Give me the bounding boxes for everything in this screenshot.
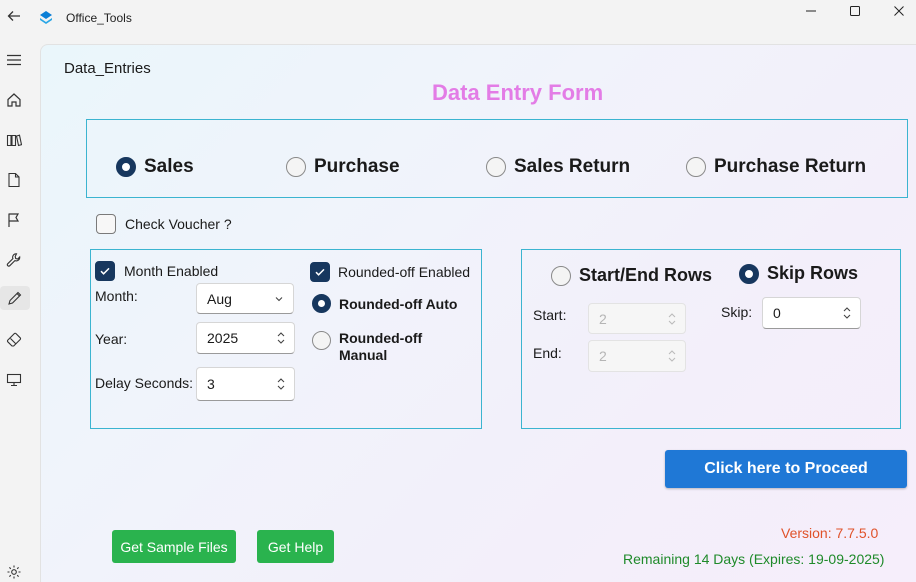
monitor-icon[interactable] xyxy=(2,368,26,392)
get-help-button[interactable]: Get Help xyxy=(257,530,334,563)
radio-label-sales-return: Sales Return xyxy=(514,156,631,177)
radio-indicator[interactable] xyxy=(686,157,706,177)
updown-icon[interactable] xyxy=(667,304,677,333)
minimize-icon[interactable] xyxy=(788,2,834,20)
end-stepper[interactable]: 2 xyxy=(588,340,686,372)
rounded-manual-label: Rounded-off Manual xyxy=(339,330,423,363)
month-settings-panel: Month Enabled Month: Aug Year: 2025 Dela… xyxy=(90,249,482,429)
maximize-icon[interactable] xyxy=(832,2,878,20)
checkbox-box[interactable] xyxy=(96,214,116,234)
updown-icon[interactable] xyxy=(842,298,852,328)
radio-indicator[interactable] xyxy=(312,331,331,350)
proceed-button[interactable]: Click here to Proceed xyxy=(665,450,907,488)
month-enabled-label: Month Enabled xyxy=(124,263,219,279)
gear-icon[interactable] xyxy=(2,560,26,582)
radio-indicator[interactable] xyxy=(739,263,759,284)
book-icon[interactable] xyxy=(2,128,26,152)
get-sample-files-button[interactable]: Get Sample Files xyxy=(112,530,236,563)
radio-indicator[interactable] xyxy=(551,265,571,286)
radio-indicator[interactable] xyxy=(286,157,306,177)
checkmark-icon[interactable] xyxy=(95,261,115,281)
check-voucher-label: Check Voucher ? xyxy=(125,216,232,232)
start-label: Start: xyxy=(533,307,567,323)
start-value: 2 xyxy=(599,310,607,327)
end-label: End: xyxy=(533,345,562,361)
updown-icon[interactable] xyxy=(276,368,286,400)
page-title: Data_Entries xyxy=(64,60,151,77)
radio-indicator[interactable] xyxy=(116,157,136,177)
updown-icon[interactable] xyxy=(667,341,677,371)
document-icon[interactable] xyxy=(2,168,26,192)
radio-label-sales: Sales xyxy=(144,156,194,177)
rounded-auto-label: Rounded-off Auto xyxy=(339,295,458,312)
radio-label-purchase-return: Purchase Return xyxy=(714,156,867,177)
title-bar: Office_Tools xyxy=(0,0,916,38)
check-voucher-checkbox[interactable]: Check Voucher ? xyxy=(96,214,232,234)
radio-start-end-rows[interactable]: Start/End Rows xyxy=(551,265,712,286)
eraser-icon[interactable] xyxy=(2,328,26,352)
version-text: Version: 7.7.5.0 xyxy=(781,525,879,541)
month-enabled-checkbox[interactable]: Month Enabled xyxy=(95,261,218,281)
rounded-enabled-label: Rounded-off Enabled xyxy=(338,264,471,280)
month-label: Month: xyxy=(95,288,138,304)
radio-label-purchase: Purchase xyxy=(314,156,400,177)
month-select[interactable]: Aug xyxy=(196,283,294,314)
radio-indicator[interactable] xyxy=(486,157,506,177)
main-content: Data_Entries Data Entry Form Sales Purch… xyxy=(40,44,916,582)
updown-icon[interactable] xyxy=(276,323,286,353)
voucher-type-group: Sales Purchase Sales Return Purchase Ret… xyxy=(86,119,908,198)
start-end-rows-label: Start/End Rows xyxy=(579,265,713,285)
close-icon[interactable] xyxy=(876,2,916,20)
radio-rounded-manual[interactable]: Rounded-off Manual xyxy=(312,330,429,364)
year-value: 2025 xyxy=(207,330,239,346)
app-logo-icon xyxy=(38,10,54,26)
radio-indicator[interactable] xyxy=(312,294,331,313)
delay-seconds-value: 3 xyxy=(207,376,215,392)
form-heading: Data Entry Form xyxy=(432,80,604,105)
window-title: Office_Tools xyxy=(66,11,132,25)
delay-seconds-stepper[interactable]: 3 xyxy=(196,367,295,401)
flag-icon[interactable] xyxy=(2,208,26,232)
skip-rows-label: Skip Rows xyxy=(767,263,859,283)
pen-icon[interactable] xyxy=(0,286,30,310)
radio-skip-rows[interactable]: Skip Rows xyxy=(739,263,858,284)
skip-label: Skip: xyxy=(721,304,753,320)
radio-purchase[interactable]: Purchase xyxy=(286,156,400,178)
checkmark-icon[interactable] xyxy=(310,262,330,282)
year-label: Year: xyxy=(95,331,128,347)
back-arrow-icon[interactable] xyxy=(4,8,24,28)
month-value: Aug xyxy=(207,290,232,307)
row-settings-panel: Start/End Rows Skip Rows Start: 2 End: 2… xyxy=(521,249,901,429)
skip-value: 0 xyxy=(773,305,781,321)
wrench-icon[interactable] xyxy=(2,248,26,272)
radio-sales[interactable]: Sales xyxy=(116,156,194,178)
delay-seconds-label: Delay Seconds: xyxy=(95,375,194,391)
start-stepper[interactable]: 2 xyxy=(588,303,686,334)
skip-stepper[interactable]: 0 xyxy=(762,297,861,329)
home-icon[interactable] xyxy=(2,88,26,112)
license-remaining-text: Remaining 14 Days (Expires: 19-09-2025) xyxy=(623,551,885,567)
rounded-enabled-checkbox[interactable]: Rounded-off Enabled xyxy=(310,262,470,282)
radio-sales-return[interactable]: Sales Return xyxy=(486,156,630,178)
year-stepper[interactable]: 2025 xyxy=(196,322,295,354)
radio-rounded-auto[interactable]: Rounded-off Auto xyxy=(312,294,457,313)
end-value: 2 xyxy=(599,348,607,364)
chevron-down-icon xyxy=(273,284,285,313)
sidebar xyxy=(0,38,40,582)
radio-purchase-return[interactable]: Purchase Return xyxy=(686,156,866,178)
hamburger-icon[interactable] xyxy=(2,48,26,72)
